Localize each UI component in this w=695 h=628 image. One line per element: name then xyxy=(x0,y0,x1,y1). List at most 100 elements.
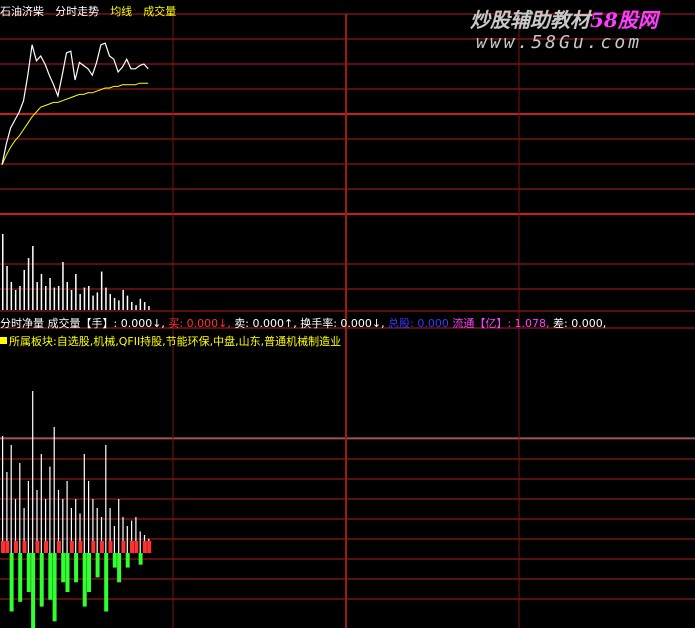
net-volume-spike xyxy=(96,508,98,553)
net-volume-spike xyxy=(105,445,107,553)
net-volume-spike xyxy=(53,427,55,553)
net-volume-spike xyxy=(83,454,85,553)
net-sell-bar xyxy=(18,553,23,602)
net-buy-bar xyxy=(56,541,61,553)
info-item: 换手率: 0.000↓, xyxy=(296,317,385,330)
volume-bar xyxy=(131,302,133,310)
info-item: 差: 0.000, xyxy=(549,317,607,330)
volume-bar xyxy=(148,306,150,310)
sector-value[interactable]: 自选股,机械,QFII持股,节能环保,中盘,山东,普通机械制造业 xyxy=(57,335,341,348)
volume-bar xyxy=(88,286,90,310)
price-line xyxy=(1,42,149,165)
volume-bar xyxy=(40,274,43,310)
volume-bar xyxy=(10,282,13,310)
net-sell-bar xyxy=(9,553,14,612)
net-volume-spike xyxy=(40,454,42,553)
volume-bar xyxy=(2,234,4,310)
net-volume-bars xyxy=(1,391,152,628)
sector-marker-icon xyxy=(0,337,7,344)
volume-bar xyxy=(135,305,137,310)
net-buy-bar xyxy=(108,541,113,553)
indicator-avg[interactable]: 均线 xyxy=(110,5,132,18)
net-volume-spike xyxy=(10,445,12,553)
net-sell-bar xyxy=(65,553,70,592)
volume-bar xyxy=(105,287,107,310)
net-sell-bar xyxy=(52,553,57,622)
volume-bar xyxy=(92,295,94,310)
net-sell-bar xyxy=(138,553,143,565)
sector-row: 所属板块:自选股,机械,QFII持股,节能环保,中盘,山东,普通机械制造业 xyxy=(0,330,341,348)
net-volume-spike xyxy=(32,391,34,553)
volume-bar xyxy=(96,292,99,310)
net-buy-bar xyxy=(44,541,48,553)
volume-bar xyxy=(109,294,111,310)
net-sell-bar xyxy=(112,553,117,568)
net-volume-spike xyxy=(126,526,128,553)
volume-bar xyxy=(36,282,38,310)
volume-bar xyxy=(14,290,17,310)
indicator-volume[interactable]: 成交量 xyxy=(143,5,176,18)
net-buy-bar xyxy=(22,541,27,553)
volume-bar xyxy=(83,287,86,310)
net-volume-spike xyxy=(27,481,29,553)
volume-bar xyxy=(113,298,116,310)
net-volume-spike xyxy=(139,531,141,553)
sector-label: 所属板块: xyxy=(9,335,57,348)
net-sell-bar xyxy=(31,553,36,628)
volume-bars xyxy=(2,234,150,310)
volume-bar xyxy=(6,266,8,310)
net-volume-spike xyxy=(49,466,51,553)
watermark-text-a: 炒股辅助教材 xyxy=(470,8,590,32)
net-buy-bar xyxy=(121,541,126,553)
volume-bar xyxy=(53,287,56,310)
net-volume-spike xyxy=(118,499,120,553)
watermark-title: 炒股辅助教材58股网 xyxy=(470,4,658,33)
net-volume-spike xyxy=(113,526,115,553)
net-sell-bar xyxy=(39,553,44,607)
net-buy-bar xyxy=(69,541,74,553)
net-sell-bar xyxy=(74,553,79,583)
net-sell-bar xyxy=(95,553,100,578)
info-row: 分时净量 成交量【手】: 0.000↓, 买: 0.000↓, 卖: 0.000… xyxy=(0,312,606,330)
volume-bar xyxy=(118,300,120,310)
volume-bar xyxy=(49,278,51,310)
volume-bar xyxy=(75,274,77,310)
stock-name[interactable]: 石油济柴 xyxy=(0,5,44,18)
info-item: 成交量【手】: 0.000↓, xyxy=(44,317,165,330)
net-sell-bar xyxy=(82,553,87,607)
volume-bar xyxy=(27,258,30,310)
net-volume-spike xyxy=(6,472,8,553)
net-buy-bar xyxy=(91,541,96,553)
net-sell-bar xyxy=(125,553,130,568)
net-buy-bar xyxy=(130,541,134,553)
indicator-intraday[interactable]: 分时走势 xyxy=(55,5,99,18)
info-item: 流通【亿】: 1.078, xyxy=(448,317,550,330)
volume-bar xyxy=(126,295,129,310)
net-buy-bar xyxy=(99,541,104,553)
net-volume-spike xyxy=(75,499,77,553)
net-sell-bar xyxy=(104,553,109,612)
info-item: 分时净量 xyxy=(0,317,44,330)
net-buy-bar xyxy=(5,541,10,553)
net-buy-bar xyxy=(142,541,147,553)
info-item: 总股: 0.000 xyxy=(384,317,449,330)
net-buy-bar xyxy=(35,541,40,553)
indicator-header: 石油济柴 分时走势 均线 成交量 xyxy=(0,0,182,18)
watermark-text-b: 58股网 xyxy=(590,8,658,32)
net-sell-bar xyxy=(117,553,122,583)
volume-bar xyxy=(32,246,34,310)
net-buy-bar xyxy=(134,541,139,553)
volume-bar xyxy=(139,298,142,310)
volume-bar xyxy=(57,286,60,310)
net-sell-bar xyxy=(26,553,31,592)
net-volume-spike xyxy=(62,499,64,553)
net-volume-spike xyxy=(19,463,21,553)
net-buy-bar xyxy=(147,541,152,553)
volume-bar xyxy=(70,290,73,310)
volume-bar xyxy=(143,302,146,310)
info-item: 卖: 0.000↑, xyxy=(230,317,297,330)
net-sell-bar xyxy=(48,553,53,600)
net-buy-bar xyxy=(78,541,83,553)
net-volume-spike xyxy=(88,481,90,553)
info-item: 买: 0.000↓, xyxy=(164,317,231,330)
